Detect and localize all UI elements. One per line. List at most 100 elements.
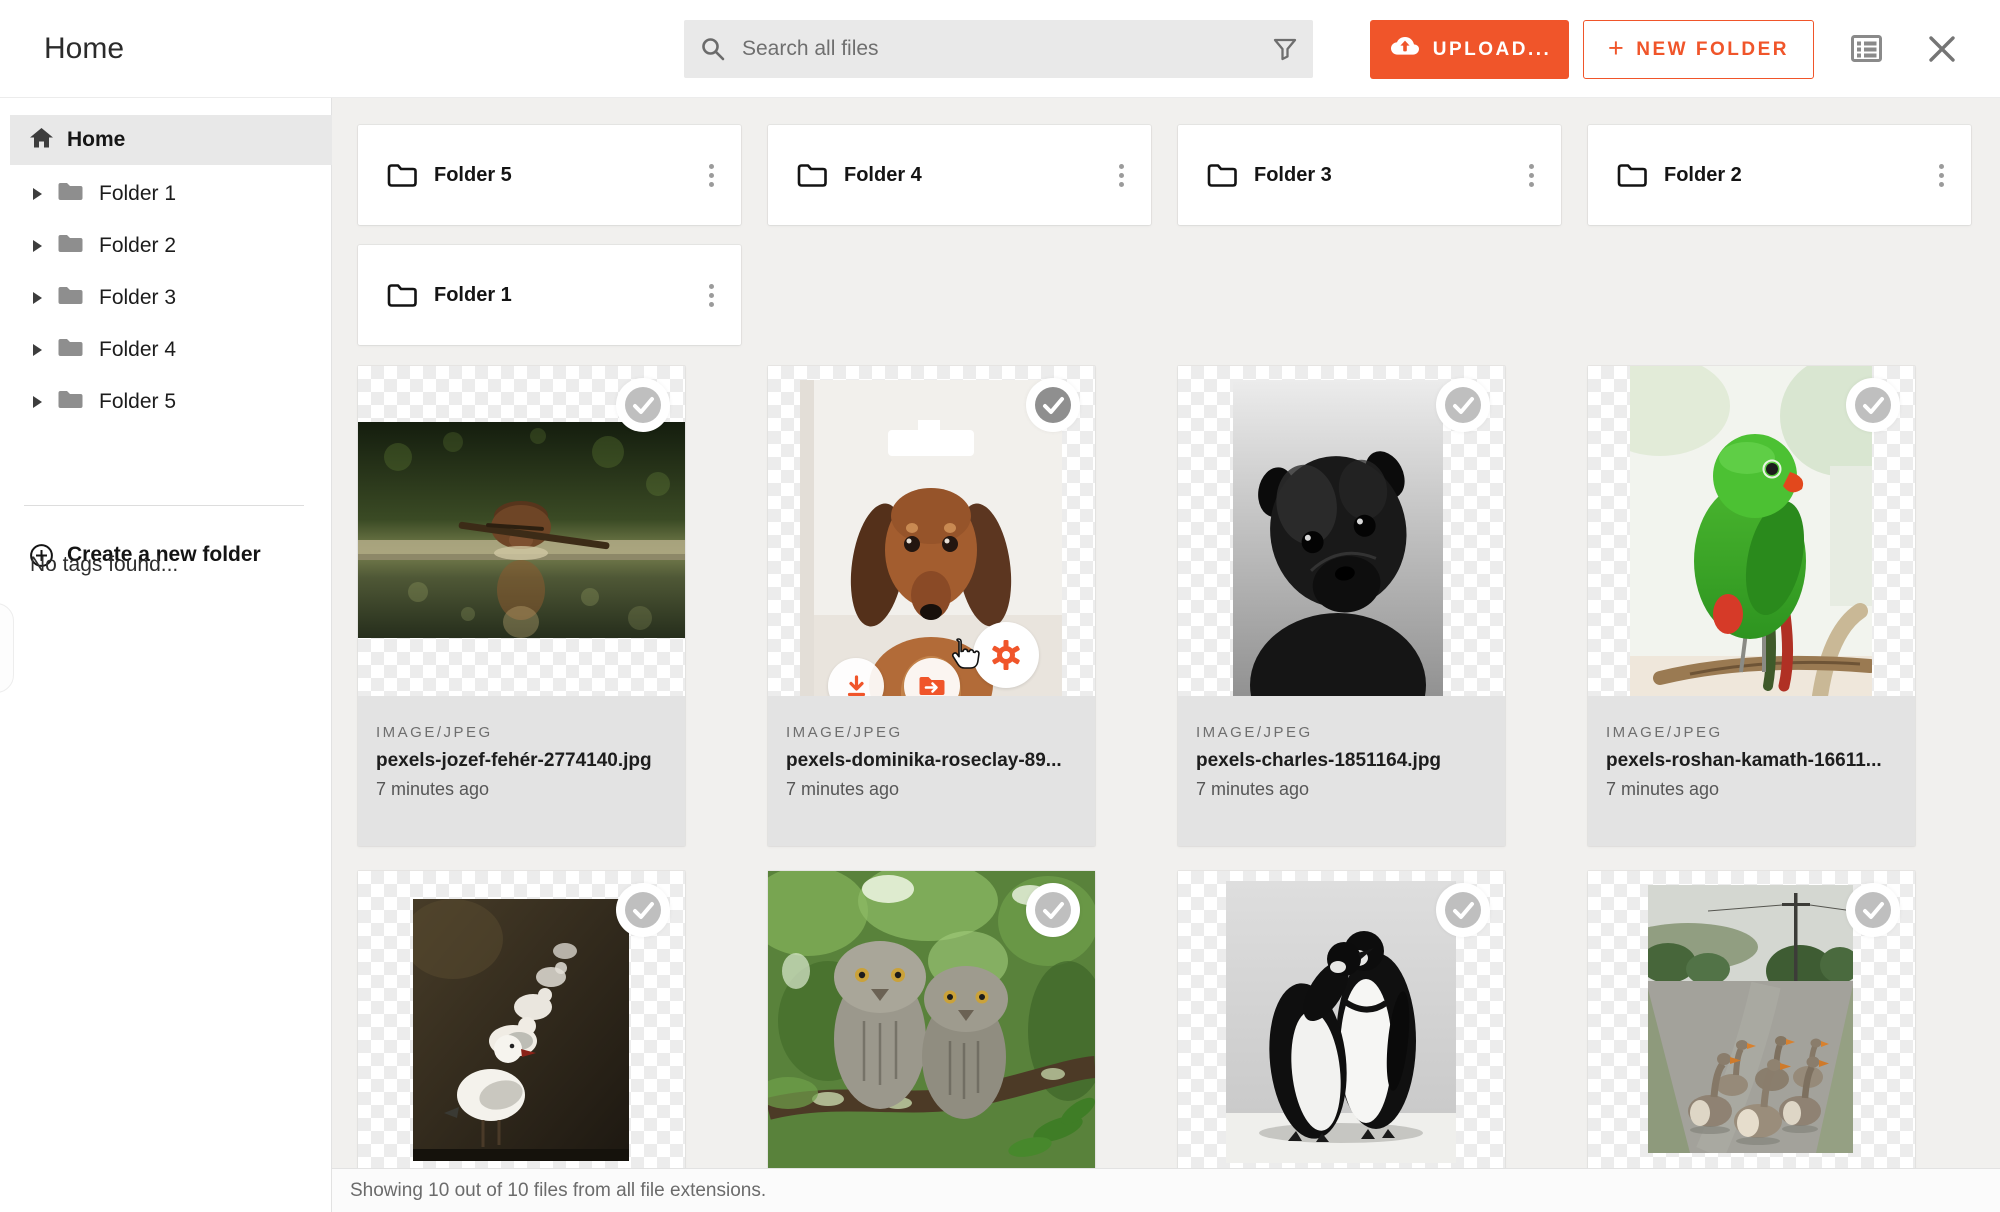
transparency-checkerboard bbox=[768, 871, 1095, 1201]
page-title: Home bbox=[44, 0, 124, 98]
list-view-toggle-button[interactable] bbox=[1848, 33, 1884, 67]
add-to-folder-icon bbox=[918, 675, 946, 696]
status-bar: Showing 10 out of 10 files from all file… bbox=[332, 1168, 2000, 1212]
sidebar-item-home[interactable]: Home bbox=[10, 115, 332, 165]
select-check-badge[interactable] bbox=[1846, 378, 1900, 432]
file-card[interactable] bbox=[358, 871, 685, 1201]
filter-icon[interactable] bbox=[1271, 35, 1299, 68]
file-type: IMAGE/JPEG bbox=[376, 724, 667, 741]
caret-right-icon[interactable] bbox=[33, 292, 42, 304]
sidebar-item-folder-3[interactable]: Folder 3 bbox=[0, 276, 332, 320]
folder-card[interactable]: Folder 5 bbox=[358, 125, 741, 225]
new-folder-button[interactable]: + NEW FOLDER bbox=[1583, 20, 1814, 79]
thumbnail-seagulls bbox=[413, 899, 629, 1161]
checkmark-icon bbox=[1445, 387, 1481, 423]
folder-icon bbox=[57, 233, 84, 259]
transparency-checkerboard bbox=[1178, 871, 1505, 1201]
list-view-icon bbox=[1851, 35, 1882, 62]
folder-card[interactable]: Folder 2 bbox=[1588, 125, 1971, 225]
select-check-badge[interactable] bbox=[1436, 378, 1490, 432]
main-content: Folder 5 Folder 4 Folder 3 Folder 2 Fold… bbox=[332, 98, 2000, 1212]
folder-menu-button[interactable] bbox=[1513, 155, 1549, 195]
checkmark-icon bbox=[1035, 892, 1071, 928]
file-card[interactable]: IMAGE/JPEG pexels-jozef-fehér-2774140.jp… bbox=[358, 366, 685, 846]
folder-menu-button[interactable] bbox=[1103, 155, 1139, 195]
select-check-badge[interactable] bbox=[1026, 883, 1080, 937]
caret-right-icon[interactable] bbox=[33, 240, 42, 252]
file-time: 7 minutes ago bbox=[786, 779, 1077, 800]
caret-right-icon[interactable] bbox=[33, 344, 42, 356]
close-button[interactable] bbox=[1924, 33, 1960, 67]
select-check-badge[interactable] bbox=[1026, 378, 1080, 432]
folder-outline-icon bbox=[796, 162, 828, 189]
checkmark-icon bbox=[625, 892, 661, 928]
thumbnail-green-parrot bbox=[1630, 366, 1872, 696]
checkmark-icon bbox=[1035, 387, 1071, 423]
top-bar: Home UPLOAD... + NEW FOLDER bbox=[0, 0, 2000, 98]
folder-menu-button[interactable] bbox=[693, 275, 729, 315]
sidebar: Home Folder 1 Folder 2 Folder 3 Folder 4… bbox=[0, 98, 332, 1212]
file-meta: IMAGE/JPEG pexels-roshan-kamath-16611...… bbox=[1588, 696, 1915, 846]
file-manager-window: Home UPLOAD... + NEW FOLDER bbox=[0, 0, 2000, 1212]
caret-right-icon[interactable] bbox=[33, 396, 42, 408]
file-time: 7 minutes ago bbox=[376, 779, 667, 800]
no-tags-text: No tags found... bbox=[30, 553, 178, 577]
folder-outline-icon bbox=[386, 162, 418, 189]
sidebar-item-folder-4[interactable]: Folder 4 bbox=[0, 328, 332, 372]
folder-card[interactable]: Folder 3 bbox=[1178, 125, 1561, 225]
file-card[interactable] bbox=[768, 871, 1095, 1201]
settings-button[interactable] bbox=[973, 622, 1039, 688]
sidebar-divider bbox=[24, 505, 304, 506]
folder-icon bbox=[57, 181, 84, 207]
transparency-checkerboard bbox=[358, 366, 685, 696]
plus-icon: + bbox=[1608, 33, 1626, 64]
thumbnail-dog-swimming bbox=[358, 422, 685, 638]
thumbnail-penguins bbox=[1226, 881, 1456, 1163]
file-meta: IMAGE/JPEG pexels-jozef-fehér-2774140.jp… bbox=[358, 696, 685, 846]
sidebar-item-folder-5[interactable]: Folder 5 bbox=[0, 380, 332, 424]
checkmark-icon bbox=[625, 387, 661, 423]
checkmark-icon bbox=[1855, 892, 1891, 928]
file-name: pexels-jozef-fehér-2774140.jpg bbox=[376, 750, 667, 772]
folder-icon bbox=[57, 389, 84, 415]
search-bar bbox=[684, 20, 1313, 78]
folder-menu-button[interactable] bbox=[1923, 155, 1959, 195]
folder-outline-icon bbox=[386, 282, 418, 309]
file-type: IMAGE/JPEG bbox=[786, 724, 1077, 741]
folder-card[interactable]: Folder 1 bbox=[358, 245, 741, 345]
transparency-checkerboard bbox=[358, 871, 685, 1201]
sidebar-home-label: Home bbox=[67, 128, 125, 152]
select-check-badge[interactable] bbox=[616, 883, 670, 937]
sidebar-item-folder-2[interactable]: Folder 2 bbox=[0, 224, 332, 268]
file-card[interactable]: IMAGE/JPEG pexels-roshan-kamath-16611...… bbox=[1588, 366, 1915, 846]
file-name: pexels-dominika-roseclay-89... bbox=[786, 750, 1077, 772]
gear-icon bbox=[990, 639, 1022, 671]
select-check-badge[interactable] bbox=[1846, 883, 1900, 937]
file-card[interactable] bbox=[1178, 871, 1505, 1201]
folder-icon bbox=[57, 337, 84, 363]
thumbnail-geese bbox=[1648, 885, 1853, 1153]
select-check-badge[interactable] bbox=[616, 378, 670, 432]
upload-button[interactable]: UPLOAD... bbox=[1370, 20, 1569, 79]
transparency-checkerboard bbox=[1588, 366, 1915, 696]
status-text: Showing 10 out of 10 files from all file… bbox=[350, 1180, 766, 1202]
file-type: IMAGE/JPEG bbox=[1196, 724, 1487, 741]
file-time: 7 minutes ago bbox=[1196, 779, 1487, 800]
download-icon bbox=[843, 673, 870, 697]
edge-decoration bbox=[0, 603, 14, 693]
transparency-checkerboard bbox=[1178, 366, 1505, 696]
search-input[interactable] bbox=[740, 20, 1240, 78]
file-card[interactable]: IMAGE/JPEG pexels-charles-1851164.jpg 7 … bbox=[1178, 366, 1505, 846]
sidebar-item-folder-1[interactable]: Folder 1 bbox=[0, 172, 332, 216]
file-card[interactable] bbox=[1588, 871, 1915, 1201]
file-type: IMAGE/JPEG bbox=[1606, 724, 1897, 741]
search-icon bbox=[700, 36, 726, 67]
folder-card[interactable]: Folder 4 bbox=[768, 125, 1151, 225]
thumbnail-black-pug bbox=[1233, 380, 1443, 696]
caret-right-icon[interactable] bbox=[33, 188, 42, 200]
folder-menu-button[interactable] bbox=[693, 155, 729, 195]
close-icon bbox=[1926, 33, 1958, 65]
select-check-badge[interactable] bbox=[1436, 883, 1490, 937]
file-card[interactable]: IMAGE/JPEG pexels-dominika-roseclay-89..… bbox=[768, 366, 1095, 846]
cloud-upload-icon bbox=[1388, 35, 1421, 64]
